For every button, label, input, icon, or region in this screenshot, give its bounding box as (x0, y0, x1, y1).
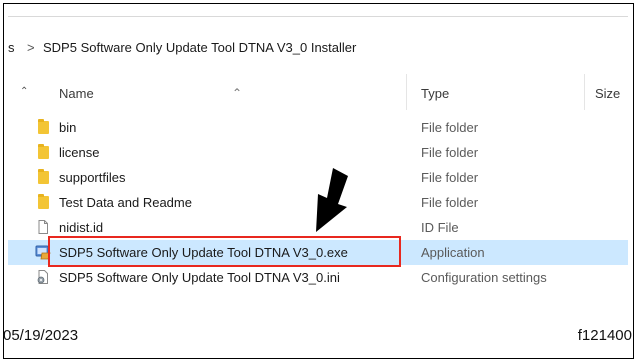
file-type: File folder (421, 120, 479, 135)
column-divider[interactable] (584, 74, 585, 110)
breadcrumb-previous[interactable]: s (8, 40, 15, 55)
column-header-size[interactable]: Size (595, 86, 620, 101)
file-name: supportfiles (59, 170, 126, 185)
file-name: license (59, 145, 100, 160)
file-name: bin (59, 120, 77, 135)
list-item[interactable]: license File folder (8, 140, 628, 165)
folder-icon (38, 144, 49, 159)
file-icon (38, 220, 48, 234)
file-type: Application (421, 245, 485, 260)
highlight-box (48, 236, 401, 267)
list-item[interactable]: bin File folder (8, 115, 628, 140)
folder-icon (38, 119, 49, 134)
folder-icon (38, 169, 49, 184)
column-header-name[interactable]: Name (59, 86, 94, 101)
breadcrumb-current[interactable]: SDP5 Software Only Update Tool DTNA V3_0… (43, 40, 356, 55)
column-divider[interactable] (406, 74, 407, 110)
file-type: File folder (421, 195, 479, 210)
file-name: nidist.id (59, 220, 104, 235)
list-item[interactable]: SDP5 Software Only Update Tool DTNA V3_0… (8, 265, 628, 290)
breadcrumb-separator-icon: > (27, 40, 35, 55)
collapse-caret-icon[interactable]: ⌃ (20, 86, 28, 97)
figure-id: f121400 (577, 327, 632, 344)
column-header: ⌃ ⌃ Name Type Size (8, 72, 628, 112)
folder-icon (38, 194, 49, 209)
column-header-type[interactable]: Type (421, 86, 449, 101)
footer-date: 05/19/2023 (3, 327, 79, 344)
sort-ascending-icon: ⌃ (232, 86, 243, 100)
address-bar[interactable]: s > SDP5 Software Only Update Tool DTNA … (8, 32, 628, 60)
file-name: SDP5 Software Only Update Tool DTNA V3_0… (59, 270, 340, 285)
file-type: File folder (421, 170, 479, 185)
config-file-icon (37, 270, 48, 284)
file-name: Test Data and Readme (59, 195, 192, 210)
file-type: File folder (421, 145, 479, 160)
file-type: Configuration settings (421, 270, 547, 285)
pointer-arrow-icon (316, 168, 348, 232)
file-type: ID File (421, 220, 459, 235)
